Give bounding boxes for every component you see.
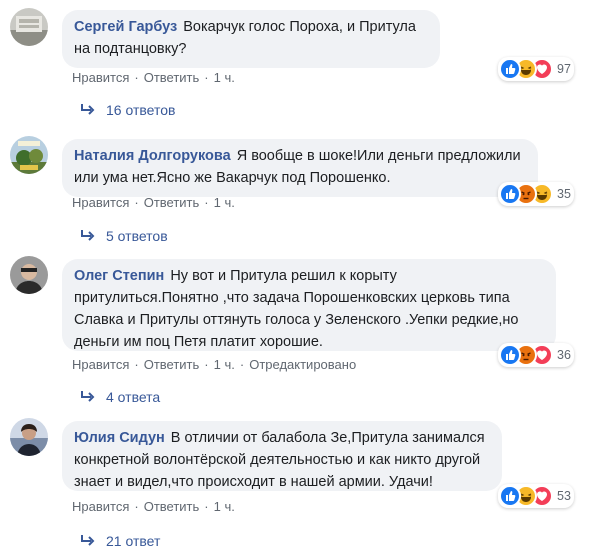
reply-arrow-icon bbox=[81, 104, 95, 115]
like-button[interactable]: Нравится bbox=[72, 70, 129, 85]
comment-bubble: Олег Степин Ну вот и Притула решил к коры… bbox=[62, 259, 556, 351]
edited-label[interactable]: Отредактировано bbox=[249, 357, 356, 372]
reply-button[interactable]: Ответить bbox=[144, 357, 200, 372]
comment-actions: Нравится · Ответить · 1 ч. bbox=[72, 499, 235, 514]
avatar-image bbox=[10, 136, 48, 174]
comment-author[interactable]: Наталия Долгорукова bbox=[74, 148, 231, 164]
separator-dot: · bbox=[204, 195, 209, 210]
reply-arrow-icon bbox=[81, 230, 95, 241]
comment-timestamp[interactable]: 1 ч. bbox=[214, 70, 235, 85]
avatar[interactable] bbox=[10, 418, 48, 456]
like-button[interactable]: Нравится bbox=[72, 499, 129, 514]
reply-arrow-icon bbox=[81, 535, 95, 546]
reaction-count: 97 bbox=[557, 62, 571, 76]
separator-dot: · bbox=[134, 499, 139, 514]
reply-button[interactable]: Ответить bbox=[144, 499, 200, 514]
comment-author[interactable]: Юлия Сидун bbox=[74, 430, 165, 446]
avatar-image bbox=[10, 8, 48, 46]
reaction-count: 53 bbox=[557, 489, 571, 503]
comment-author[interactable]: Сергей Гарбуз bbox=[74, 19, 177, 35]
like-button[interactable]: Нравится bbox=[72, 195, 129, 210]
comment-bubble: Наталия Долгорукова Я вообще в шоке!Или д… bbox=[62, 139, 538, 197]
comment-bubble: Сергей Гарбуз Вокарчук голос Пороха, и Пр… bbox=[62, 10, 440, 68]
separator-dot: · bbox=[204, 357, 209, 372]
separator-dot: · bbox=[239, 357, 245, 372]
separator-dot: · bbox=[204, 70, 209, 85]
reply-button[interactable]: Ответить bbox=[144, 70, 200, 85]
replies-count[interactable]: 5 ответов bbox=[106, 228, 168, 244]
comment-actions: Нравится · Ответить · 1 ч. · Отредактиро… bbox=[72, 357, 356, 372]
avatar-image bbox=[10, 256, 48, 294]
reply-arrow-icon bbox=[81, 391, 95, 402]
reactions-summary[interactable]: 35 bbox=[498, 182, 574, 206]
reaction-count: 36 bbox=[557, 348, 571, 362]
avatar[interactable] bbox=[10, 256, 48, 294]
like-icon bbox=[499, 344, 521, 366]
view-replies-link[interactable]: 5 ответов bbox=[80, 228, 168, 244]
separator-dot: · bbox=[204, 499, 209, 514]
comment-timestamp[interactable]: 1 ч. bbox=[214, 499, 235, 514]
like-icon bbox=[499, 58, 521, 80]
view-replies-link[interactable]: 16 ответов bbox=[80, 102, 175, 118]
like-button[interactable]: Нравится bbox=[72, 357, 129, 372]
reactions-summary[interactable]: 53 bbox=[498, 484, 574, 508]
reply-button[interactable]: Ответить bbox=[144, 195, 200, 210]
like-icon bbox=[499, 183, 521, 205]
avatar[interactable] bbox=[10, 136, 48, 174]
like-icon bbox=[499, 485, 521, 507]
replies-count[interactable]: 4 ответа bbox=[106, 389, 160, 405]
reactions-summary[interactable]: 36 bbox=[498, 343, 574, 367]
comment-actions: Нравится · Ответить · 1 ч. bbox=[72, 70, 235, 85]
separator-dot: · bbox=[134, 70, 139, 85]
separator-dot: · bbox=[134, 357, 139, 372]
comment-timestamp[interactable]: 1 ч. bbox=[214, 195, 235, 210]
avatar[interactable] bbox=[10, 8, 48, 46]
comment-author[interactable]: Олег Степин bbox=[74, 268, 164, 284]
comment-timestamp[interactable]: 1 ч. bbox=[214, 357, 235, 372]
view-replies-link[interactable]: 4 ответа bbox=[80, 389, 160, 405]
reaction-count: 35 bbox=[557, 187, 571, 201]
avatar-image bbox=[10, 418, 48, 456]
comment-bubble: Юлия Сидун В отличии от балабола Зе,Приту… bbox=[62, 421, 502, 491]
view-replies-link[interactable]: 21 ответ bbox=[80, 533, 160, 549]
comment-actions: Нравится · Ответить · 1 ч. bbox=[72, 195, 235, 210]
reactions-summary[interactable]: 97 bbox=[498, 57, 574, 81]
replies-count[interactable]: 16 ответов bbox=[106, 102, 175, 118]
separator-dot: · bbox=[134, 195, 139, 210]
replies-count[interactable]: 21 ответ bbox=[106, 533, 160, 549]
